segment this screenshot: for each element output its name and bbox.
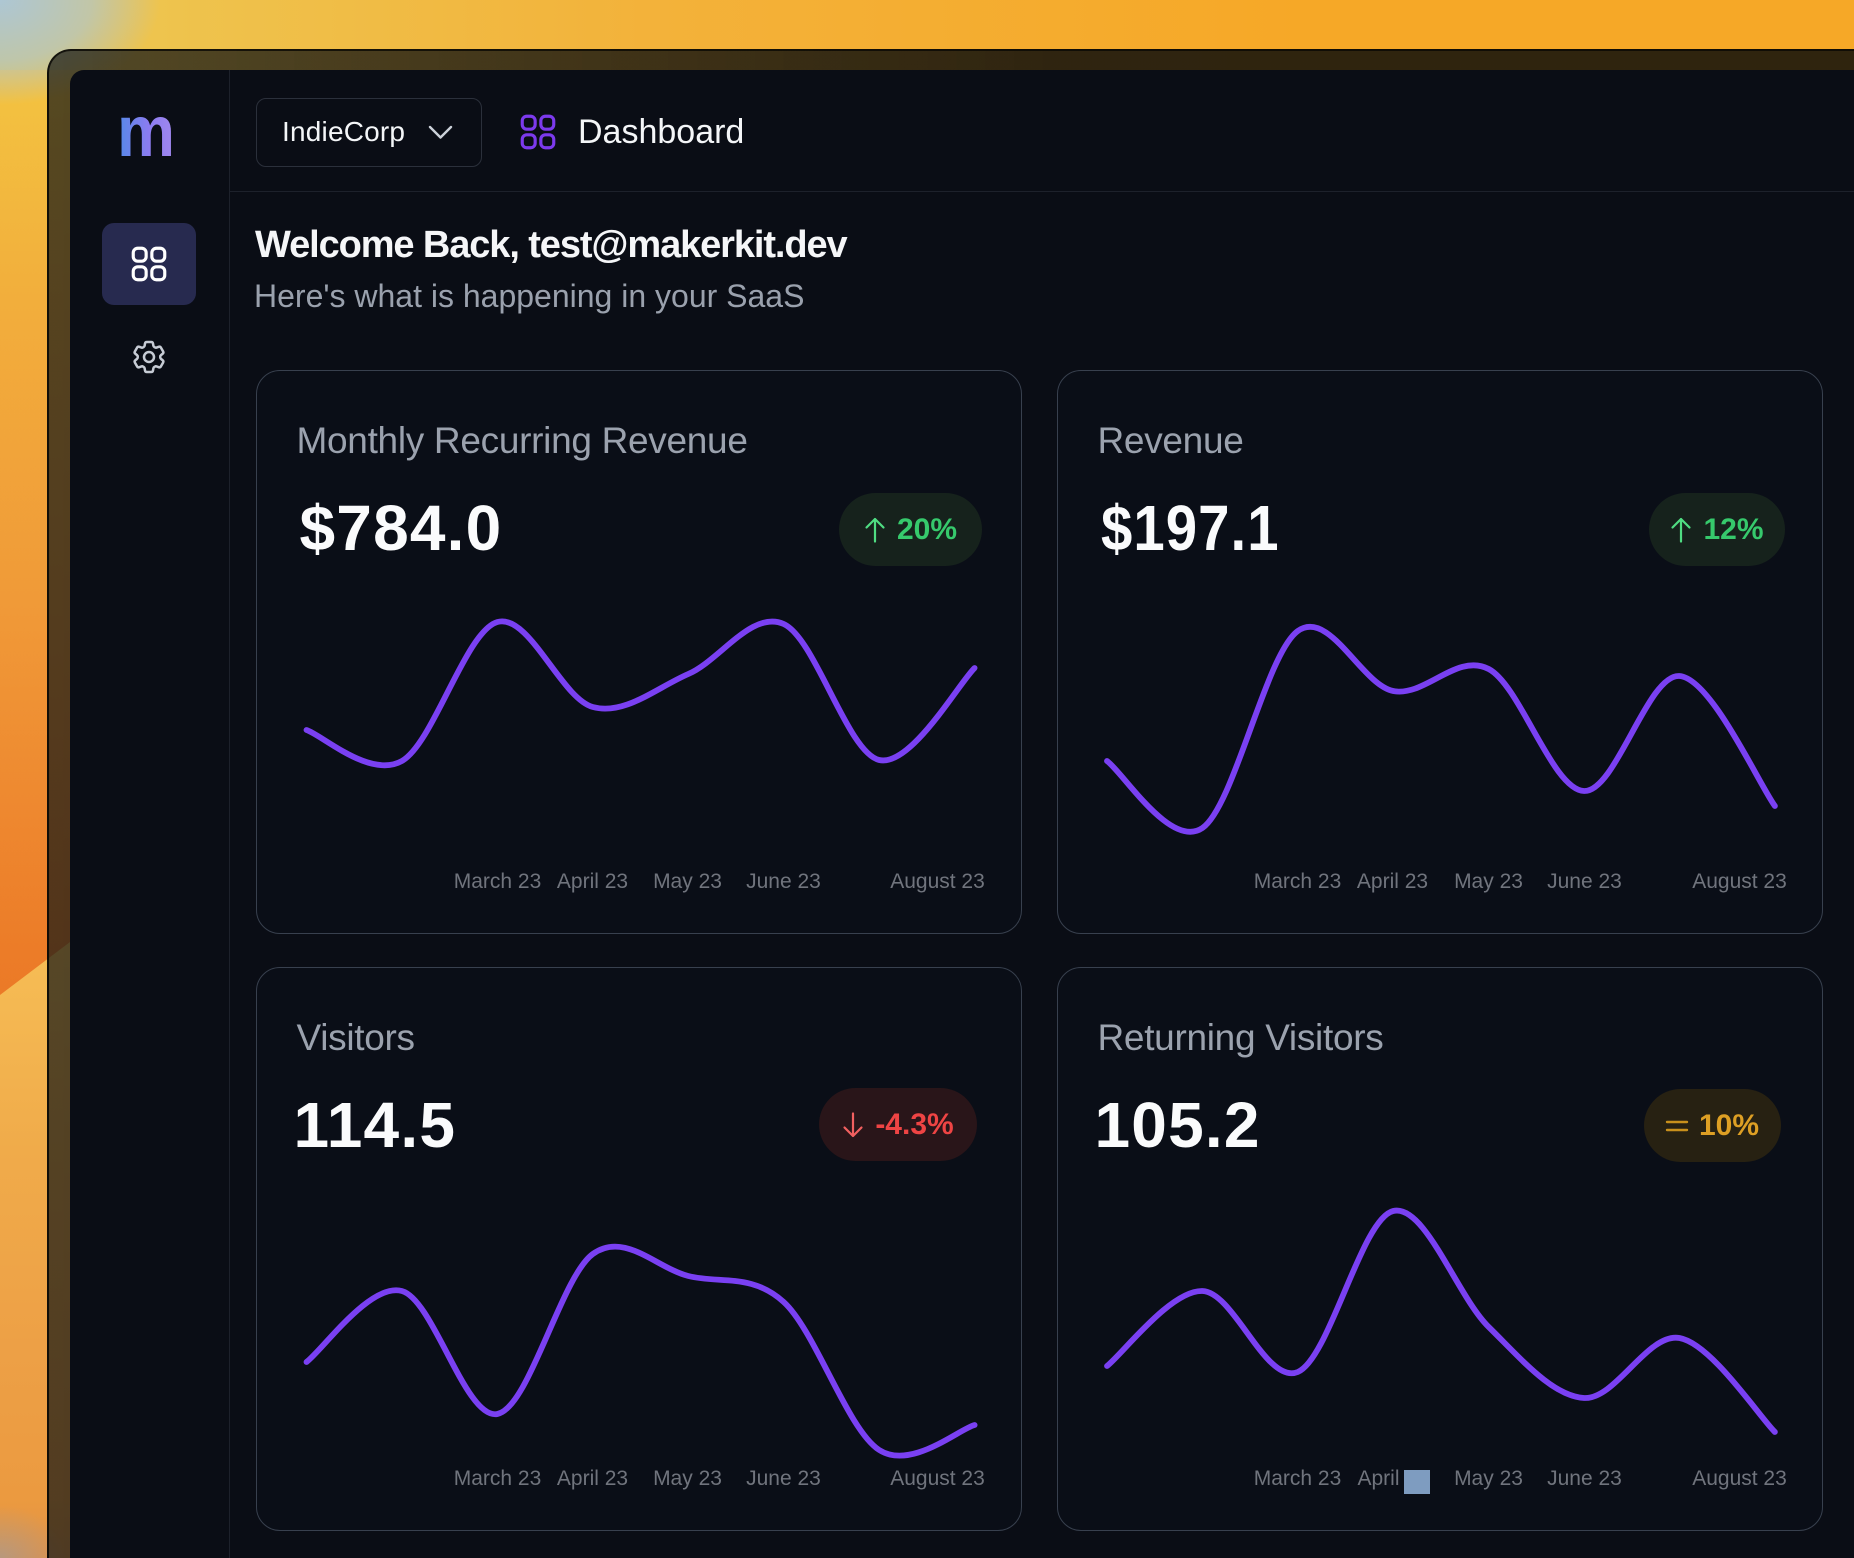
svg-text:m: m: [117, 110, 175, 168]
